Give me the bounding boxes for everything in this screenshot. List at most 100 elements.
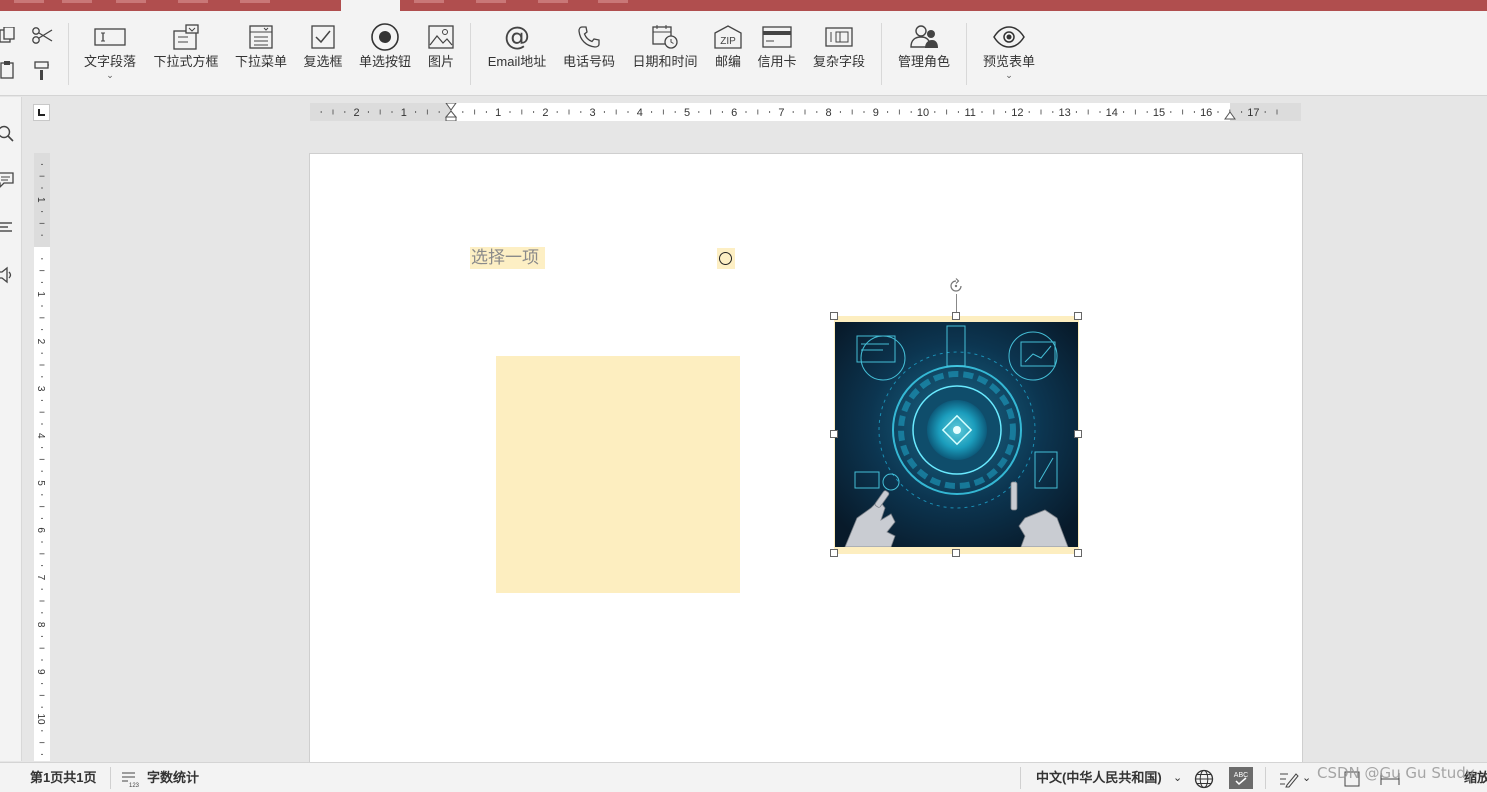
tab-stop-selector[interactable] (33, 104, 50, 121)
zip-code-button[interactable]: ZIP 邮编 (710, 23, 746, 87)
dropdown-content-control[interactable]: 选择一项 (470, 247, 545, 269)
globe-icon[interactable] (1194, 769, 1214, 789)
text-area-content-control[interactable] (496, 356, 740, 593)
at-sign-icon: @ (504, 22, 530, 52)
ribbon-tab[interactable] (598, 0, 628, 3)
resize-handle-top-right[interactable] (1074, 312, 1082, 320)
ruler-number: 1 (401, 107, 407, 119)
complex-field-button[interactable]: 复杂字段 (809, 23, 869, 87)
ruler-number: 2 (354, 107, 360, 119)
manage-roles-label: 管理角色 (897, 54, 950, 69)
dropdown-menu-icon (249, 25, 273, 49)
resize-handle-bottom-left[interactable] (830, 549, 838, 557)
eye-icon (993, 26, 1025, 48)
csdn-watermark: CSDN @Gu Gu Study (1317, 764, 1475, 782)
language-status[interactable]: 中文(中华人民共和国) (1036, 763, 1162, 792)
radio-button-label: 单选按钮 (358, 54, 411, 69)
ruler-number: 1 (35, 291, 46, 297)
checkbox-label: 复选框 (303, 54, 343, 69)
track-changes-icon[interactable] (1279, 770, 1299, 788)
ribbon-tab[interactable] (538, 0, 568, 3)
credit-card-button[interactable]: 信用卡 (754, 23, 800, 87)
ruler-number: 5 (35, 480, 46, 486)
ruler-number: 6 (731, 107, 737, 119)
date-time-label: 日期和时间 (632, 54, 698, 69)
paste-icon[interactable] (0, 61, 16, 79)
preview-form-label: 预览表单 (982, 54, 1035, 69)
search-icon[interactable] (0, 125, 15, 143)
spell-check-icon[interactable]: ABC (1229, 767, 1253, 789)
ruler-number: 7 (35, 575, 46, 581)
picture-button[interactable]: 图片 (424, 23, 458, 87)
resize-handle-bottom-right[interactable] (1074, 549, 1082, 557)
ruler-number: 7 (778, 107, 784, 119)
ruler-number: 4 (637, 107, 643, 119)
chevron-down-icon[interactable]: ⌄ (1173, 763, 1182, 792)
chevron-down-icon[interactable]: ⌄ (1005, 71, 1013, 80)
zip-icon-text: ZIP (720, 36, 736, 47)
ribbon-tab[interactable] (62, 0, 92, 3)
ruler-number: 11 (964, 107, 975, 119)
radio-content-control[interactable] (717, 248, 735, 269)
ruler-number: 1 (495, 107, 501, 119)
svg-text:ABC: ABC (1234, 772, 1248, 779)
dropdown-box-button[interactable]: 下拉式方框 (149, 23, 223, 87)
text-paragraph-button[interactable]: 文字段落 ⌄ (80, 23, 140, 87)
phone-number-button[interactable]: 电话号码 (559, 23, 619, 87)
ribbon-tab[interactable] (178, 0, 208, 3)
horizontal-ruler[interactable]: 2 1 1 2 3 4 5 6 7 8 9 10 11 12 13 14 15 16 17 (310, 103, 1301, 121)
complex-field-label: 复杂字段 (812, 54, 865, 69)
ribbon-tab[interactable] (240, 0, 270, 3)
dropdown-menu-button[interactable]: 下拉菜单 (231, 23, 291, 87)
list-icon[interactable] (0, 219, 15, 237)
format-painter-icon[interactable] (34, 61, 50, 81)
copy-icon[interactable] (0, 27, 16, 45)
page-count-status[interactable]: 第1页共1页 (30, 763, 96, 792)
ribbon-tab-active[interactable] (341, 0, 400, 11)
ruler-number: 14 (1106, 107, 1118, 119)
resize-handle-top-left[interactable] (830, 312, 838, 320)
svg-text:123: 123 (129, 783, 139, 788)
word-count-status[interactable]: 字数统计 (147, 763, 199, 792)
ruler-number: 13 (1058, 107, 1070, 119)
ruler-number: 3 (35, 386, 46, 392)
text-paragraph-label: 文字段落 (83, 54, 136, 69)
ruler-number: 9 (873, 107, 879, 119)
ribbon-tab[interactable] (414, 0, 444, 3)
ribbon-tab-strip (0, 0, 1487, 11)
ruler-number: 16 (1200, 107, 1212, 119)
status-bar: 第1页共1页 123 字数统计 中文(中华人民共和国) ⌄ ABC ⌄ 缩放 (0, 762, 1487, 792)
word-count-icon[interactable]: 123 (121, 770, 139, 788)
radio-button-button[interactable]: 单选按钮 (355, 23, 415, 87)
left-indent-marker (445, 116, 457, 121)
text-paragraph-icon (94, 28, 126, 46)
ribbon-tab[interactable] (116, 0, 146, 3)
picture-icon (428, 25, 454, 49)
date-time-button[interactable]: 日期和时间 (629, 23, 701, 87)
resize-handle-left[interactable] (830, 430, 838, 438)
ruler-number: 10 (35, 713, 46, 725)
resize-handle-right[interactable] (1074, 430, 1082, 438)
scissors-icon[interactable] (32, 26, 54, 46)
resize-handle-bottom[interactable] (952, 549, 960, 557)
vertical-ruler[interactable]: 1 1 2 3 4 5 6 7 8 9 10 (34, 153, 50, 761)
chevron-down-icon[interactable]: ⌄ (1302, 763, 1311, 792)
ruler-number: 9 (35, 669, 46, 675)
email-address-button[interactable]: @ Email地址 (484, 23, 550, 87)
speaker-icon[interactable] (0, 266, 15, 284)
chevron-down-icon[interactable]: ⌄ (106, 71, 114, 80)
preview-form-button[interactable]: 预览表单 ⌄ (978, 23, 1040, 87)
manage-roles-button[interactable]: 管理角色 (893, 23, 955, 87)
ribbon-tab[interactable] (14, 0, 44, 3)
rotate-icon[interactable] (947, 277, 965, 295)
comment-icon[interactable] (0, 171, 15, 189)
checkbox-icon (311, 25, 335, 49)
manage-roles-icon (910, 25, 938, 48)
resize-handle-top[interactable] (952, 312, 960, 320)
document-page[interactable] (309, 153, 1303, 763)
credit-card-label: 信用卡 (757, 54, 797, 69)
ruler-number: 8 (35, 622, 46, 628)
checkbox-button[interactable]: 复选框 (300, 23, 346, 87)
ribbon-tab[interactable] (476, 0, 506, 3)
ai-technology-image[interactable] (835, 322, 1078, 547)
